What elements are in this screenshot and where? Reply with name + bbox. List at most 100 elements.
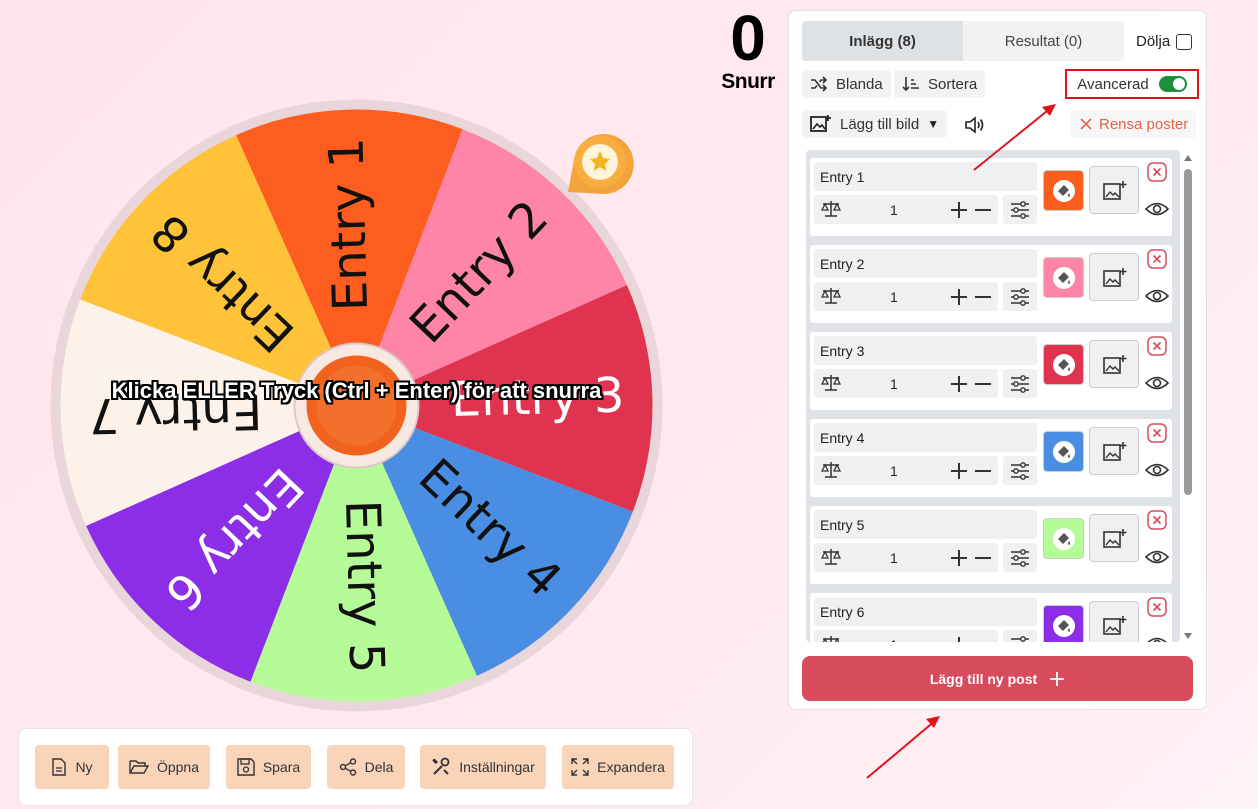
new-button[interactable]: Ny (35, 745, 109, 789)
share-button[interactable]: Dela (327, 745, 405, 789)
minus-icon[interactable] (974, 549, 992, 567)
paint-bucket-icon (1058, 272, 1070, 284)
visibility-eye-icon[interactable] (1145, 287, 1169, 305)
entry-image-button[interactable] (1089, 514, 1139, 562)
panel-tabs: Inlägg (8) Resultat (0) (802, 21, 1124, 61)
minus-icon[interactable] (974, 288, 992, 306)
entry-weight-field: 1 (814, 630, 998, 642)
entry-color-button[interactable] (1043, 431, 1084, 472)
advanced-label: Avancerad (1077, 75, 1149, 93)
add-entry-button[interactable]: Lägg till ny post (802, 656, 1193, 701)
delete-entry-icon[interactable] (1147, 423, 1167, 443)
visibility-eye-icon[interactable] (1145, 548, 1169, 566)
entry-weight-field: 1 (814, 543, 998, 572)
visibility-eye-icon[interactable] (1145, 374, 1169, 392)
entry-color-button[interactable] (1043, 257, 1084, 298)
sort-button[interactable]: Sortera (894, 70, 986, 98)
open-button[interactable]: Öppna (118, 745, 210, 789)
minus-icon[interactable] (974, 375, 992, 393)
plus-icon[interactable] (950, 462, 968, 480)
delete-entry-icon[interactable] (1147, 249, 1167, 269)
visibility-eye-icon[interactable] (1145, 200, 1169, 218)
entry-color-button[interactable] (1043, 344, 1084, 385)
plus-icon[interactable] (950, 201, 968, 219)
entry-image-button[interactable] (1089, 427, 1139, 475)
shuffle-button[interactable]: Blanda (802, 70, 891, 98)
save-button[interactable]: Spara (226, 745, 311, 789)
entry-name-input[interactable]: Entry 2 (814, 249, 1037, 278)
entry-image-button[interactable] (1089, 601, 1139, 642)
entry-name-input[interactable]: Entry 4 (814, 423, 1037, 452)
expand-button[interactable]: Expandera (562, 745, 674, 789)
minus-icon[interactable] (974, 636, 992, 642)
tab-results[interactable]: Resultat (0) (963, 21, 1124, 61)
visibility-eye-icon[interactable] (1145, 461, 1169, 479)
entry-weight-value[interactable]: 1 (890, 376, 898, 392)
scale-icon (820, 375, 842, 391)
add-image-icon (1103, 616, 1127, 635)
chevron-down-icon: ▼ (927, 117, 940, 131)
sort-label: Sortera (928, 75, 978, 93)
entry-settings-button[interactable] (1003, 195, 1037, 224)
entry-settings-button[interactable] (1003, 282, 1037, 311)
entry-weight-value[interactable]: 1 (890, 289, 898, 305)
entries-list[interactable]: Entry 1 1 Entry 2 1 Entry 3 1 Entry 4 1 … (806, 150, 1180, 642)
settings-button[interactable]: Inställningar (420, 745, 546, 789)
entry-weight-value[interactable]: 1 (890, 463, 898, 479)
paint-bucket-icon (1058, 185, 1070, 197)
sliders-icon (1011, 636, 1029, 642)
delete-entry-icon[interactable] (1147, 597, 1167, 617)
expand-label: Expandera (597, 759, 665, 775)
scroll-thumb[interactable] (1184, 169, 1192, 495)
entry-name-input[interactable]: Entry 5 (814, 510, 1037, 539)
entry-color-button[interactable] (1043, 518, 1084, 559)
hide-toggle[interactable]: Dölja (1136, 33, 1193, 50)
tab-entries[interactable]: Inlägg (8) (802, 21, 963, 61)
hide-checkbox[interactable] (1176, 33, 1193, 50)
delete-entry-icon[interactable] (1147, 162, 1167, 182)
entry-color-button[interactable] (1043, 605, 1084, 642)
entry-card: Entry 3 1 (810, 332, 1172, 410)
entry-settings-button[interactable] (1003, 369, 1037, 398)
scroll-up-arrow[interactable] (1184, 155, 1192, 161)
delete-entry-icon[interactable] (1147, 336, 1167, 356)
entry-weight-value[interactable]: 1 (890, 637, 898, 642)
entry-image-button[interactable] (1089, 340, 1139, 388)
tools-icon (432, 757, 450, 775)
entry-weight-value[interactable]: 1 (890, 202, 898, 218)
entry-settings-button[interactable] (1003, 543, 1037, 572)
scale-icon (820, 201, 842, 217)
spin-instruction[interactable]: Klicka ELLER Tryck (Ctrl + Enter) för at… (48, 377, 665, 404)
minus-icon[interactable] (974, 201, 992, 219)
plus-icon[interactable] (950, 636, 968, 642)
entry-settings-button[interactable] (1003, 630, 1037, 642)
scroll-down-arrow[interactable] (1184, 633, 1192, 639)
add-image-icon (1103, 442, 1127, 461)
delete-entry-icon[interactable] (1147, 510, 1167, 530)
entry-name-input[interactable]: Entry 3 (814, 336, 1037, 365)
entry-settings-button[interactable] (1003, 456, 1037, 485)
entry-color-button[interactable] (1043, 170, 1084, 211)
scale-icon (822, 636, 840, 642)
folder-open-icon (129, 760, 149, 774)
advanced-toggle[interactable]: Avancerad (1065, 69, 1199, 99)
clear-entries-button[interactable]: Rensa poster (1071, 110, 1197, 138)
entry-image-button[interactable] (1089, 253, 1139, 301)
plus-icon (1050, 671, 1065, 686)
plus-icon[interactable] (950, 549, 968, 567)
advanced-switch[interactable] (1158, 76, 1187, 92)
plus-icon[interactable] (950, 375, 968, 393)
minus-icon[interactable] (974, 462, 992, 480)
shuffle-label: Blanda (836, 75, 883, 93)
entry-name-input[interactable]: Entry 6 (814, 597, 1037, 626)
add-image-button[interactable]: Lägg till bild ▼ (802, 110, 948, 138)
paint-bucket-icon (1058, 359, 1070, 371)
save-icon (237, 758, 255, 776)
plus-icon[interactable] (950, 288, 968, 306)
shuffle-icon (811, 76, 828, 92)
entries-scrollbar[interactable] (1184, 155, 1192, 639)
entry-weight-field: 1 (814, 195, 998, 224)
entry-weight-value[interactable]: 1 (890, 550, 898, 566)
entry-image-button[interactable] (1089, 166, 1139, 214)
visibility-eye-icon[interactable] (1145, 635, 1169, 642)
